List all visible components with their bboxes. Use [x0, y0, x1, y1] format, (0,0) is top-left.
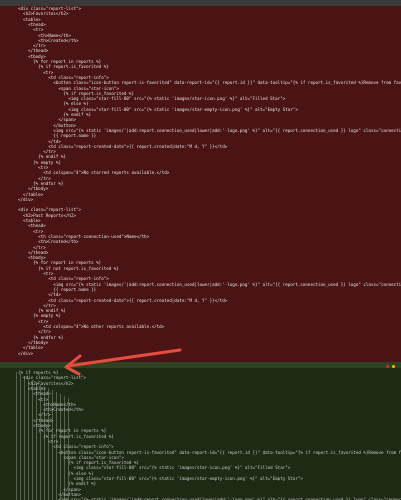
top-line: {% if not report.is_favorited %} [18, 265, 119, 271]
right-marker-red [386, 365, 389, 368]
bottom-line: <img class="star-fill-00" src="{% static… [18, 465, 291, 471]
top-line: </td> [18, 292, 61, 298]
bottom-line: {% for report in reports %} [18, 428, 107, 434]
top-line: {% empty %} [18, 313, 61, 319]
right-marker-yellow [392, 365, 395, 368]
top-line: <thead> [18, 223, 46, 229]
top-line: <img src="{% static 'images/'|add:report… [18, 127, 401, 133]
bottom-line: <button class="icon-button report-is-fav… [58, 449, 401, 455]
top-line: </tr> [18, 302, 56, 308]
top-line: <thead> [18, 21, 46, 27]
top-line: {% endfor %} [18, 334, 64, 340]
top-line: <th>Name</th> [18, 32, 71, 38]
top-line: </span> [18, 117, 76, 123]
top-line: <tr> [18, 271, 54, 276]
top-line: </tr> [18, 244, 46, 250]
bottom-line: <div class="report-list"> [18, 375, 87, 381]
bottom-line: </tr> [18, 412, 51, 418]
top-line: </div> [18, 350, 34, 356]
top-line: <tr> [18, 69, 54, 75]
top-line: <td class="report-created-date">{{ repor… [18, 143, 228, 149]
bottom-line: {% if reports %} [18, 370, 59, 375]
bottom-line: <span class="star-icon"> [18, 454, 124, 460]
bottom-header-strip [0, 362, 401, 368]
top-line: <span class="star-icon"> [18, 85, 119, 91]
top-line: <table> [18, 16, 41, 22]
bottom-line: </thead> [18, 417, 54, 423]
bottom-line: <img class="star-fill-00" src="{% static… [18, 476, 303, 481]
bottom-line: </button> [18, 491, 82, 497]
bottom-line: {% if report.is_favorited %} [18, 460, 140, 466]
top-line: </tbody> [18, 186, 49, 192]
bottom-line: {% else %} [18, 470, 94, 476]
top-line: </tr> [18, 329, 51, 335]
bottom-line: <tbody> [18, 423, 51, 428]
top-line: <button class="icon-button report-is-fav… [53, 80, 401, 86]
top-line: {% if report.is_favorited %} [18, 90, 134, 96]
top-line: {% if report.is_favorited %} [18, 64, 109, 70]
bottom-line: <tr> [18, 396, 49, 402]
top-line: {% for report in reports %} [18, 59, 102, 64]
top-line: {% endif %} [18, 112, 92, 117]
top-line: <tbody> [18, 255, 46, 261]
bottom-line: <tr> [18, 438, 59, 444]
top-line: <td class="report-info"> [18, 74, 109, 80]
top-line: <td class="report-created-date">{{ repor… [18, 297, 228, 303]
top-line: {% endif %} [18, 154, 66, 160]
top-line: </div> [18, 196, 34, 202]
added-code-pane: {% if reports %} <div class="report-list… [0, 362, 401, 500]
bottom-line: <thead> [18, 391, 51, 397]
bottom-line: <th>Name</th> [18, 401, 76, 407]
top-line: <img class="star-fill-00" src="{% static… [18, 96, 286, 102]
top-line: <th>Created</th> [18, 37, 79, 43]
top-line: <div class="report-list"> [18, 6, 82, 11]
top-line: <table> [18, 218, 41, 223]
top-line: {% for report in reports %} [18, 260, 102, 266]
top-line: <td class="report-info"> [18, 276, 109, 282]
top-line: </button> [18, 122, 76, 128]
top-line: </thead> [18, 48, 49, 54]
top-line: </tr> [18, 175, 51, 181]
top-line: </tr> [18, 43, 46, 49]
top-line: </tbody> [18, 339, 49, 345]
top-line: {% endif %} [18, 308, 66, 314]
top-line: </tr> [18, 149, 56, 155]
bottom-line: <h2>Favorites</h2> [18, 380, 74, 386]
top-line: <h2>Past Reports</h2> [18, 212, 76, 218]
bottom-line: {% endif %} [18, 481, 97, 487]
top-line: <tr> [18, 165, 49, 170]
bottom-line: <table> [18, 385, 46, 391]
top-line: </td> [18, 138, 61, 144]
top-line: <img class="star-fill-00" src="{% static… [18, 106, 298, 112]
top-line: <div class="report-list"> [18, 207, 82, 213]
top-line: <tr> [18, 318, 49, 324]
top-line: <th>Created</th> [18, 239, 79, 245]
top-line: </thead> [18, 249, 49, 255]
bottom-line: <th>Created</th> [18, 407, 84, 413]
top-line: <h2>Favorites</h2> [18, 11, 69, 17]
top-line: <tr> [18, 228, 44, 234]
top-line: </table> [18, 345, 44, 351]
top-line: {{ report.name }} [18, 286, 97, 292]
top-line: {% empty %} [18, 159, 61, 165]
top-line: <td colspan="4">No starred reports avail… [18, 170, 170, 176]
bottom-line: <td class="report-info"> [18, 444, 114, 450]
indent-guide [16, 372, 17, 500]
top-line: </table> [18, 191, 44, 197]
top-line: <td colspan="4">No other reports availab… [18, 324, 165, 329]
top-line: {{ report.name }} [18, 133, 97, 139]
deleted-code-pane: <div class="report-list"> <h2>Favorites<… [0, 0, 401, 362]
top-line: <tbody> [18, 53, 46, 59]
bottom-line: {% if report.is_favorited %} [18, 433, 114, 439]
top-line: {% endfor %} [18, 180, 64, 186]
bottom-line: </span> [18, 486, 82, 492]
top-line: <th class="report-connection-used">Name<… [18, 233, 150, 239]
top-line: <tr> [18, 27, 44, 33]
top-line: {% else %} [18, 101, 89, 107]
top-line: <img src="{% static 'images/'|add:report… [18, 281, 401, 287]
